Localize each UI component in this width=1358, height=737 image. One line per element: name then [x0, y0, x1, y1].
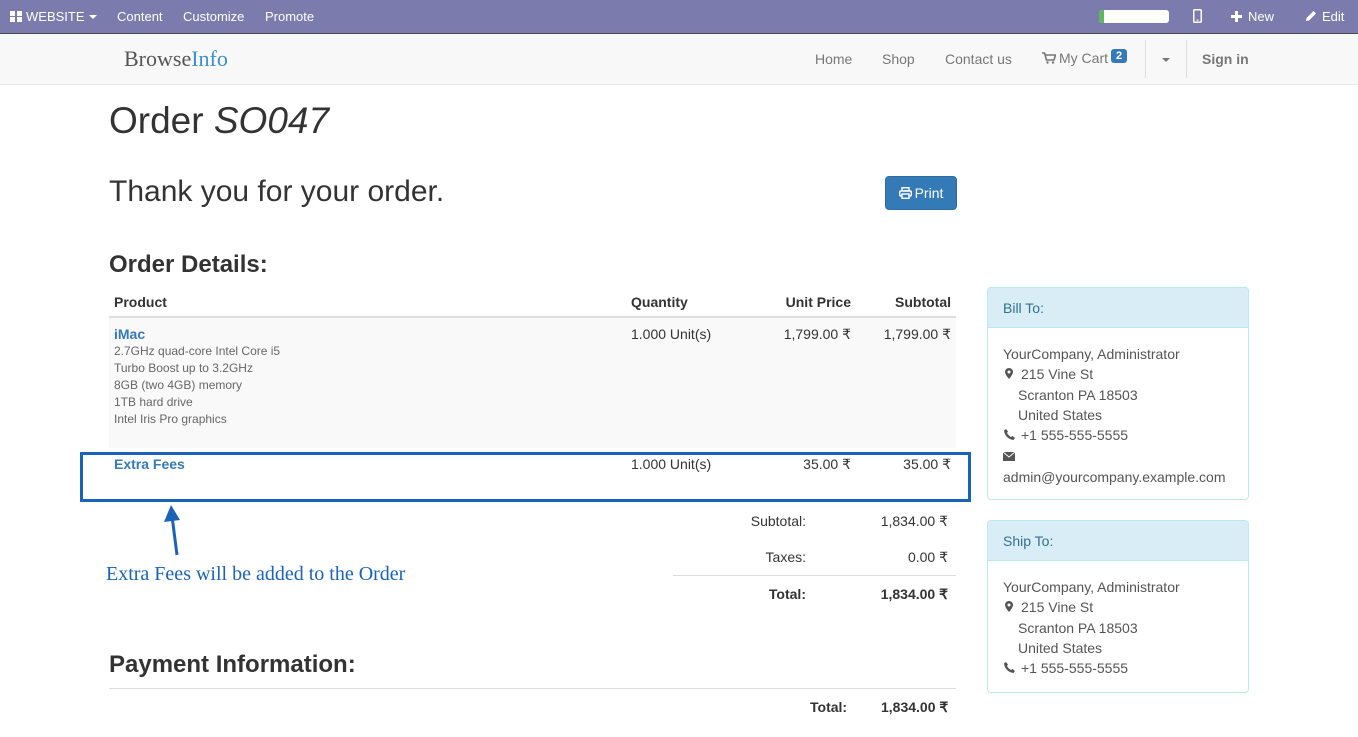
subtotal-label: Subtotal: [750, 513, 806, 529]
ship-to-panel: Ship To: YourCompany, Administrator 215 … [987, 520, 1249, 693]
website-admin-bar: WEBSITE Content Customize Promote New Ed… [0, 0, 1358, 33]
thank-you-message: Thank you for your order. [109, 175, 445, 208]
envelope-icon [1002, 447, 1016, 467]
sign-in-link[interactable]: Sign in [1202, 51, 1249, 67]
ship-to-address: YourCompany, Administrator 215 Vine St S… [988, 561, 1248, 679]
plus-icon [1231, 11, 1242, 22]
table-row: iMac 2.7GHz quad-core Intel Core i5 Turb… [109, 317, 956, 448]
customize-menu[interactable]: Customize [183, 0, 244, 33]
unit-price-cell: 1,799.00 ₹ [783, 326, 851, 342]
description-line: Turbo Boost up to 3.2GHz [114, 361, 253, 375]
brand-main: Browse [124, 46, 192, 71]
mobile-icon [1193, 9, 1202, 23]
website-menu-button[interactable]: WEBSITE [10, 0, 97, 33]
total-value: 1,834.00 ₹ [880, 586, 948, 602]
bill-to-country: United States [1018, 407, 1103, 423]
bill-to-email: admin@yourcompany.example.com [1003, 469, 1226, 485]
description-line: Intel Iris Pro graphics [114, 412, 227, 426]
annotation-text: Extra Fees will be added to the Order [106, 563, 406, 585]
column-header-product: Product [109, 287, 626, 318]
nav-contact-us[interactable]: Contact us [945, 51, 1012, 67]
bill-to-city: Scranton PA 18503 [1018, 387, 1138, 403]
nav-shop[interactable]: Shop [882, 51, 915, 67]
table-header-row: Product Quantity Unit Price Subtotal [109, 287, 956, 318]
annotation-arrow-icon [164, 505, 180, 556]
promote-menu[interactable]: Promote [265, 0, 314, 33]
nav-home[interactable]: Home [815, 51, 852, 67]
order-details-heading: Order Details: [109, 251, 268, 278]
ship-to-city: Scranton PA 18503 [1018, 620, 1138, 636]
quantity-cell: 1.000 Unit(s) [631, 326, 712, 342]
bill-to-panel: Bill To: YourCompany, Administrator 215 … [987, 287, 1249, 500]
nav-divider [1186, 40, 1187, 78]
subtotal-value: 1,834.00 ₹ [880, 513, 948, 529]
ship-to-name: YourCompany, Administrator [1003, 579, 1180, 595]
phone-icon [1003, 426, 1015, 446]
edit-label: Edit [1322, 9, 1345, 24]
bill-to-phone: +1 555-555-5555 [1021, 427, 1129, 443]
brand-accent: Info [191, 46, 228, 71]
ship-to-country: United States [1018, 640, 1103, 656]
column-header-unit-price: Unit Price [736, 287, 856, 318]
payment-divider [109, 688, 956, 689]
taxes-value: 0.00 ₹ [907, 549, 948, 565]
apps-grid-icon [10, 11, 22, 22]
product-link[interactable]: iMac [114, 326, 621, 342]
title-prefix: Order [109, 100, 204, 141]
map-marker-icon [1003, 598, 1015, 618]
bill-to-name: YourCompany, Administrator [1003, 346, 1180, 362]
totals-divider [673, 575, 956, 576]
print-button[interactable]: Print [885, 176, 957, 210]
ship-to-heading: Ship To: [988, 521, 1248, 561]
website-menu-label: WEBSITE [26, 9, 85, 24]
brand-logo[interactable]: BrowseInfo [124, 46, 228, 72]
new-button[interactable]: New [1231, 0, 1274, 33]
product-description: 2.7GHz quad-core Intel Core i5 Turbo Boo… [114, 343, 621, 428]
ship-to-phone: +1 555-555-5555 [1021, 660, 1129, 676]
nav-divider [1145, 40, 1146, 78]
new-label: New [1248, 9, 1275, 24]
progress-bar [1099, 10, 1169, 23]
page-title: Order SO047 [109, 100, 329, 142]
edit-button[interactable]: Edit [1305, 0, 1344, 33]
column-header-quantity: Quantity [626, 287, 736, 318]
product-cell: iMac 2.7GHz quad-core Intel Core i5 Turb… [109, 317, 626, 448]
site-navbar: BrowseInfo Home Shop Contact us My Cart 2… [0, 34, 1358, 85]
cart-icon [1042, 52, 1057, 64]
content-menu[interactable]: Content [117, 0, 163, 33]
payment-info-heading: Payment Information: [109, 651, 356, 678]
bill-to-street: 215 Vine St [1021, 366, 1094, 382]
payment-total-label: Total: [810, 699, 848, 715]
cart-count-badge: 2 [1111, 49, 1128, 63]
map-marker-icon [1003, 365, 1015, 385]
payment-total-value: 1,834.00 ₹ [881, 699, 949, 715]
bill-to-heading: Bill To: [988, 288, 1248, 328]
printer-icon [898, 187, 912, 200]
description-line: 1TB hard drive [114, 395, 193, 409]
column-header-subtotal: Subtotal [856, 287, 956, 318]
chevron-down-icon [88, 15, 97, 19]
total-label: Total: [768, 586, 806, 602]
cart-label: My Cart [1059, 50, 1108, 66]
nav-my-cart[interactable]: My Cart 2 [1042, 49, 1128, 66]
taxes-label: Taxes: [765, 549, 806, 565]
extra-fees-highlight-box [80, 452, 971, 502]
ship-to-street: 215 Vine St [1021, 599, 1094, 615]
print-label: Print [914, 185, 944, 201]
phone-icon [1003, 659, 1015, 679]
bill-to-address: YourCompany, Administrator 215 Vine St S… [988, 328, 1248, 487]
description-line: 8GB (two 4GB) memory [114, 378, 243, 392]
mobile-preview-button[interactable] [1193, 0, 1202, 33]
subtotal-cell: 1,799.00 ₹ [883, 326, 951, 342]
description-line: 2.7GHz quad-core Intel Core i5 [114, 344, 281, 358]
pencil-icon [1306, 11, 1316, 21]
order-number: SO047 [213, 100, 330, 141]
chevron-down-icon[interactable] [1162, 58, 1170, 62]
progress-fill [1099, 10, 1104, 23]
